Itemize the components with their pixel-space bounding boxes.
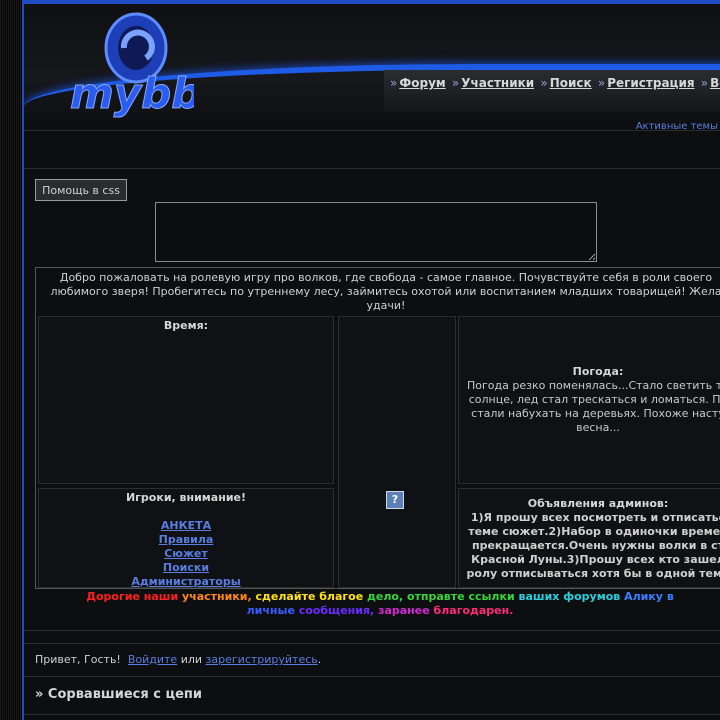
register-link[interactable]: зарегистрируйтесь (206, 653, 318, 666)
divider (24, 168, 720, 169)
broken-image-icon: ? (386, 491, 404, 509)
players-cell: Игроки, внимание! АНКЕТА Правила Сюжет П… (38, 488, 334, 588)
rainbow-message: Дорогие наши участники, сделайте благое … (35, 590, 720, 618)
greeting-prefix: Привет, Гость! (35, 653, 121, 666)
guest-greeting: Привет, Гость! Войдите или зарегистрируй… (35, 653, 321, 666)
logo-wordmark: mybb (70, 69, 194, 118)
admins-cell: Объявления админов: 1)Я прошу всех посмо… (458, 488, 720, 588)
players-links: АНКЕТА Правила Сюжет Поиски Администрато… (39, 519, 333, 589)
divider (24, 676, 720, 677)
rainbow-word: сделайте (255, 590, 320, 603)
link-searches[interactable]: Поиски (39, 561, 333, 575)
time-title: Время: (163, 319, 209, 332)
rainbow-word: в (666, 590, 674, 603)
nav-register[interactable]: Регистрация (607, 76, 694, 90)
login-link[interactable]: Войдите (128, 653, 177, 666)
welcome-text: Добро пожаловать на ролевую игру про вол… (50, 271, 720, 312)
weather-cell: Погода: Погода резко поменялась...Стало … (458, 316, 720, 484)
nav-forum[interactable]: Форум (399, 76, 445, 90)
greeting-or: или (180, 653, 203, 666)
nav-separator: » (540, 76, 548, 90)
nav-separator: » (451, 76, 460, 90)
divider (24, 643, 720, 644)
weather-text: Погода резко поменялась...Стало светить … (467, 379, 720, 434)
rainbow-word: благое (319, 590, 367, 603)
greeting-suffix: . (317, 653, 322, 666)
players-title: Игроки, внимание! (125, 491, 247, 504)
welcome-table: Добро пожаловать на ролевую игру про вол… (35, 267, 720, 589)
rainbow-word: отправте (406, 590, 469, 603)
image-cell: ? (338, 316, 456, 588)
nav-separator: » (700, 76, 709, 90)
nav-search[interactable]: Поиск (550, 76, 592, 90)
link-administrators[interactable]: Администраторы (39, 575, 333, 589)
left-decoration (0, 0, 22, 720)
rainbow-word: участники, (181, 590, 256, 603)
rainbow-word: Дорогие (86, 590, 144, 603)
nav-login[interactable]: Войти (710, 76, 720, 90)
rainbow-word: благодарен. (433, 604, 514, 617)
nav-users[interactable]: Участники (461, 76, 534, 90)
divider (24, 630, 720, 631)
mybb-logo[interactable]: mybb (64, 8, 194, 128)
nav-separator: » (597, 76, 606, 90)
divider (24, 130, 720, 131)
rainbow-word: сообщения, (298, 604, 379, 617)
forum-section-title[interactable]: » Сорвавшиеся с цепи (35, 687, 202, 702)
rainbow-word: Алику (624, 590, 667, 603)
admins-title: Объявления админов: (527, 497, 669, 510)
css-help-button[interactable]: Помощь в css (35, 179, 127, 201)
admins-text: 1)Я прошу всех посмотреть и отписатьс те… (466, 511, 720, 580)
weather-title: Погода: (572, 365, 624, 378)
link-plot[interactable]: Сюжет (39, 547, 333, 561)
rainbow-word: форумов (563, 590, 625, 603)
rainbow-word: наши (143, 590, 182, 603)
rainbow-word: ваших (518, 590, 564, 603)
css-textarea[interactable] (155, 202, 597, 262)
rainbow-word: личные (246, 604, 299, 617)
link-questionnaire[interactable]: АНКЕТА (39, 519, 333, 533)
main-navigation: » Форум » Участники » Поиск » Регистрация » В… (388, 76, 720, 90)
link-rules[interactable]: Правила (39, 533, 333, 547)
nav-separator: » (390, 76, 398, 90)
rainbow-word: дело, (367, 590, 407, 603)
time-cell: Время: (38, 316, 334, 484)
rainbow-word: ссылки (468, 590, 519, 603)
site-header: mybb » Форум » Участники » Поиск » Регистрац… (24, 4, 720, 130)
rainbow-word: заранее (378, 604, 434, 617)
divider (24, 714, 720, 715)
